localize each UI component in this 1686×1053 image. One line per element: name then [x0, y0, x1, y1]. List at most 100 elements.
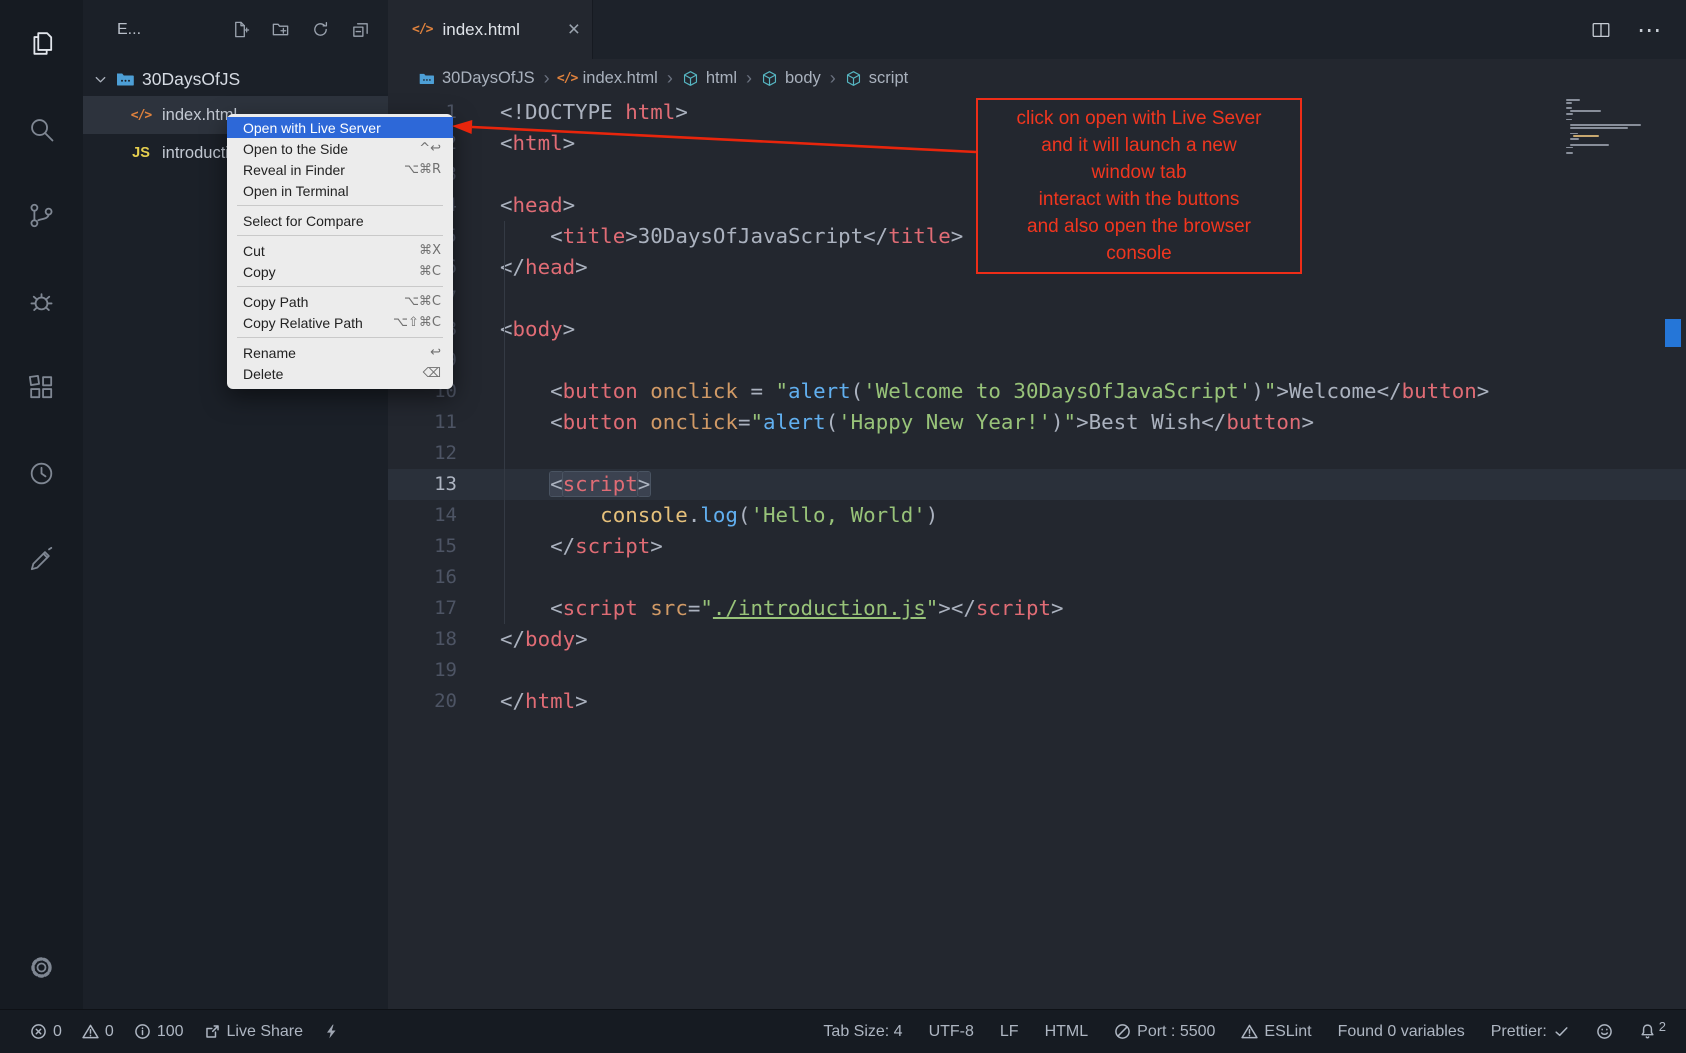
minimap-line	[1570, 127, 1628, 129]
status-label: Found 0 variables	[1338, 1023, 1465, 1041]
status-eslint[interactable]: ESLint	[1241, 1023, 1311, 1041]
breadcrumb-script[interactable]: script	[845, 69, 908, 88]
status-port-5500[interactable]: Port : 5500	[1114, 1023, 1215, 1041]
code-line-16[interactable]: 16	[388, 562, 1686, 593]
folder-row-30daysofjs[interactable]: 30DaysOfJS	[83, 62, 388, 96]
status-utf-8[interactable]: UTF-8	[929, 1023, 974, 1041]
menu-item-shortcut: ⌥⌘C	[404, 294, 441, 309]
close-tab-icon[interactable]: ×	[568, 19, 580, 41]
code-line-8[interactable]: 8<body>	[388, 314, 1686, 345]
minimap-line	[1566, 147, 1573, 149]
code-line-10[interactable]: 10 <button onclick = "alert('Welcome to …	[388, 376, 1686, 407]
code-text: <script src="./introduction.js"></script…	[457, 593, 1064, 624]
menu-separator	[237, 205, 443, 206]
port-slash-icon	[1114, 1023, 1131, 1040]
menu-item-copy-path[interactable]: Copy Path⌥⌘C	[227, 291, 453, 312]
tab-bar: </> index.html × ⋯	[388, 0, 1686, 59]
tab-label: index.html	[442, 20, 519, 40]
status-lightning[interactable]	[323, 1023, 340, 1040]
status-prettier[interactable]: Prettier:	[1491, 1023, 1570, 1041]
status-smiley[interactable]	[1596, 1023, 1613, 1040]
minimap[interactable]	[1566, 99, 1660, 155]
activity-item-gear[interactable]	[26, 952, 57, 983]
activity-item-debug[interactable]	[26, 286, 57, 317]
new-folder-icon[interactable]	[271, 20, 290, 39]
menu-item-open-to-the-side[interactable]: Open to the Side^↩	[227, 138, 453, 159]
breadcrumb-body[interactable]: body	[761, 69, 821, 88]
status-label: Live Share	[227, 1023, 304, 1041]
split-editor-icon[interactable]	[1590, 19, 1612, 41]
menu-item-delete[interactable]: Delete⌫	[227, 363, 453, 384]
activity-bar	[0, 0, 83, 1009]
status-lf[interactable]: LF	[1000, 1023, 1019, 1041]
menu-item-rename[interactable]: Rename↩	[227, 342, 453, 363]
code-text	[457, 562, 500, 593]
status-found-0-variables[interactable]: Found 0 variables	[1338, 1023, 1465, 1041]
explorer-title: E...	[117, 21, 141, 39]
new-file-icon[interactable]	[231, 20, 250, 39]
activity-item-pen[interactable]	[26, 544, 57, 575]
refresh-icon[interactable]	[311, 20, 330, 39]
status-tab-size-4[interactable]: Tab Size: 4	[823, 1023, 902, 1041]
html-file-icon: </>	[559, 70, 576, 87]
clock-icon	[26, 458, 57, 489]
status-label: 2	[1659, 1019, 1666, 1034]
warning-triangle-icon	[1241, 1023, 1258, 1040]
status-html[interactable]: HTML	[1045, 1023, 1089, 1041]
code-line-15[interactable]: 15 </script>	[388, 531, 1686, 562]
pen-icon	[26, 544, 57, 575]
status-0[interactable]: 0	[82, 1023, 114, 1041]
menu-item-copy[interactable]: Copy⌘C	[227, 261, 453, 282]
activity-item-search[interactable]	[26, 114, 57, 145]
code-line-20[interactable]: 20</html>	[388, 686, 1686, 717]
sidebar-actions	[231, 20, 370, 39]
line-number: 12	[388, 438, 457, 469]
status-2[interactable]: 2	[1639, 1023, 1666, 1040]
more-actions-icon[interactable]: ⋯	[1638, 19, 1660, 41]
minimap-line	[1566, 119, 1572, 121]
live-share-icon	[204, 1023, 221, 1040]
code-line-7[interactable]: 7	[388, 283, 1686, 314]
status-live-share[interactable]: Live Share	[204, 1023, 304, 1041]
menu-item-reveal-in-finder[interactable]: Reveal in Finder⌥⌘R	[227, 159, 453, 180]
context-menu: Open with Live ServerOpen to the Side^↩R…	[227, 114, 453, 389]
breadcrumb-label: index.html	[583, 69, 658, 88]
code-line-12[interactable]: 12	[388, 438, 1686, 469]
menu-item-open-in-terminal[interactable]: Open in Terminal	[227, 180, 453, 201]
code-line-18[interactable]: 18</body>	[388, 624, 1686, 655]
breadcrumb-html[interactable]: html	[682, 69, 737, 88]
annotation-line: window tab	[982, 159, 1296, 186]
code-line-9[interactable]: 9	[388, 345, 1686, 376]
status-100[interactable]: 100	[134, 1023, 184, 1041]
code-line-17[interactable]: 17 <script src="./introduction.js"></scr…	[388, 593, 1686, 624]
minimap-line	[1566, 107, 1572, 109]
code-line-11[interactable]: 11 <button onclick="alert('Happy New Yea…	[388, 407, 1686, 438]
minimap-line	[1566, 99, 1580, 101]
scrollbar-selection-marker[interactable]	[1665, 319, 1681, 347]
tab-index-html[interactable]: </> index.html ×	[388, 0, 593, 59]
menu-item-cut[interactable]: Cut⌘X	[227, 240, 453, 261]
code-line-14[interactable]: 14 console.log('Hello, World')	[388, 500, 1686, 531]
code-text	[457, 159, 500, 190]
status-0[interactable]: 0	[30, 1023, 62, 1041]
breadcrumb-index-html[interactable]: </> index.html	[559, 69, 658, 88]
activity-item-source-control[interactable]	[26, 200, 57, 231]
menu-item-copy-relative-path[interactable]: Copy Relative Path⌥⇧⌘C	[227, 312, 453, 333]
gear-icon	[26, 952, 57, 983]
code-line-19[interactable]: 19	[388, 655, 1686, 686]
collapse-all-icon[interactable]	[351, 20, 370, 39]
activity-item-files[interactable]	[26, 28, 57, 59]
menu-separator	[237, 235, 443, 236]
code-text	[457, 283, 500, 314]
menu-item-open-with-live-server[interactable]: Open with Live Server	[227, 117, 453, 138]
code-line-13[interactable]: 13 <script>	[388, 469, 1686, 500]
extensions-icon	[26, 372, 57, 403]
activity-item-extensions[interactable]	[26, 372, 57, 403]
check-icon	[1553, 1023, 1570, 1040]
breadcrumb-30daysofjs[interactable]: 30DaysOfJS	[418, 69, 535, 88]
code-text	[457, 345, 500, 376]
activity-item-clock[interactable]	[26, 458, 57, 489]
folder-icon	[418, 70, 435, 87]
menu-item-select-for-compare[interactable]: Select for Compare	[227, 210, 453, 231]
menu-item-shortcut: ⌘X	[419, 243, 441, 258]
